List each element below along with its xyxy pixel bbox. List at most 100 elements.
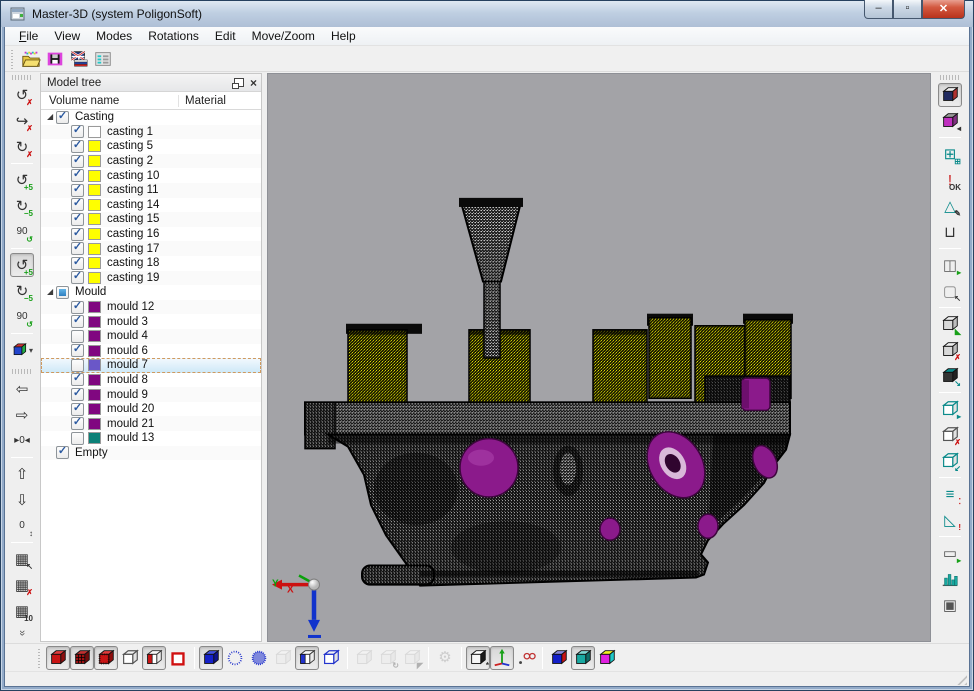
split-volume-button[interactable]: ▸: [938, 397, 962, 421]
tree-row-casting-16[interactable]: ✓casting 16: [41, 227, 261, 242]
checkbox-checked[interactable]: ✓: [71, 271, 84, 284]
statistics-chart-button[interactable]: [938, 567, 962, 591]
tree-column-header[interactable]: Volume name Material: [41, 92, 261, 110]
tree-row-casting-1[interactable]: ✓casting 1: [41, 125, 261, 140]
grid-delete-button[interactable]: ▦✗: [10, 573, 34, 597]
mould-solid-button[interactable]: [199, 646, 223, 670]
checkbox-checked[interactable]: ✓: [71, 155, 84, 168]
casting-outline-button[interactable]: [118, 646, 142, 670]
checkbox-checked[interactable]: ✓: [71, 373, 84, 386]
volumes-teal-button[interactable]: [571, 646, 595, 670]
checkbox-checked[interactable]: ✓: [71, 125, 84, 138]
rotate-x-minus-button[interactable]: ↻−5: [10, 194, 34, 218]
view-orientation-dropdown[interactable]: ▾: [10, 338, 34, 362]
tree-row-casting-15[interactable]: ✓casting 15: [41, 212, 261, 227]
title-bar[interactable]: Master-3D (system PoligonSoft) –▫✕: [1, 1, 973, 27]
tree-row-casting-10[interactable]: ✓casting 10: [41, 168, 261, 183]
expand-arrow-icon[interactable]: ◢: [47, 288, 56, 296]
toolbar-grip[interactable]: [12, 75, 32, 80]
move-right-button[interactable]: ⇨: [10, 403, 34, 427]
checkbox-checked[interactable]: ✓: [71, 140, 84, 153]
language-switch-button[interactable]: [67, 47, 91, 71]
section-rotate-button[interactable]: ↻: [376, 646, 400, 670]
mould-sphere-dense-button[interactable]: [247, 646, 271, 670]
column-material[interactable]: Material: [179, 95, 261, 107]
menu-modes[interactable]: Modes: [88, 28, 140, 44]
color-swatch[interactable]: [88, 243, 101, 255]
mesh-layers-button[interactable]: ≡⁚: [938, 482, 962, 506]
rotate-y-minus-button[interactable]: ↻−5: [10, 279, 34, 303]
trace-points-button[interactable]: [514, 646, 538, 670]
section-view-button[interactable]: [352, 646, 376, 670]
casting-flat-button[interactable]: [166, 646, 190, 670]
color-swatch[interactable]: [88, 403, 101, 415]
tree-row-casting-11[interactable]: ✓casting 11: [41, 183, 261, 198]
checkbox-unchecked[interactable]: [71, 432, 84, 445]
checkbox-checked[interactable]: ✓: [71, 242, 84, 255]
checkbox-checked[interactable]: ✓: [71, 388, 84, 401]
tree-group-empty[interactable]: ✓Empty: [41, 446, 261, 461]
grid-step-10-button[interactable]: ▦10: [10, 599, 34, 623]
volumes-casting-mould-button[interactable]: [547, 646, 571, 670]
color-swatch[interactable]: [88, 140, 101, 152]
color-swatch[interactable]: [88, 257, 101, 269]
tree-row-casting-2[interactable]: ✓casting 2: [41, 154, 261, 169]
tree-row-casting-14[interactable]: ✓casting 14: [41, 198, 261, 213]
tree-row-casting-17[interactable]: ✓casting 17: [41, 241, 261, 256]
extract-volume-button[interactable]: ↙: [938, 449, 962, 473]
menu-edit[interactable]: Edit: [207, 28, 244, 44]
color-swatch[interactable]: [88, 184, 101, 196]
checkbox-checked[interactable]: ✓: [71, 315, 84, 328]
mould-outline-button[interactable]: [319, 646, 343, 670]
volume-display-button[interactable]: ◂: [938, 109, 962, 133]
checkbox-checked[interactable]: ✓: [71, 417, 84, 430]
tree-row-casting-19[interactable]: ✓casting 19: [41, 271, 261, 286]
tree-group-mould[interactable]: ◢Mould: [41, 285, 261, 300]
tree-row-mould-6[interactable]: ✓mould 6: [41, 344, 261, 359]
add-volume-button[interactable]: ◣: [938, 312, 962, 336]
tree-row-mould-8[interactable]: ✓mould 8: [41, 373, 261, 388]
checkbox-checked[interactable]: ✓: [71, 403, 84, 416]
float-panel-icon[interactable]: [234, 78, 244, 87]
tree-group-casting[interactable]: ◢✓Casting: [41, 110, 261, 125]
toolbar-grip[interactable]: [11, 49, 16, 69]
center-horizontal-button[interactable]: ▸0◂: [10, 429, 34, 453]
color-swatch[interactable]: [88, 316, 101, 328]
tree-row-mould-12[interactable]: ✓mould 12: [41, 300, 261, 315]
move-down-button[interactable]: ⇩: [10, 488, 34, 512]
menu-view[interactable]: View: [46, 28, 88, 44]
color-swatch[interactable]: [88, 345, 101, 357]
mould-view-button[interactable]: ⊔: [938, 220, 962, 244]
color-swatch[interactable]: [88, 374, 101, 386]
color-swatch[interactable]: [88, 432, 101, 444]
copy-image-button[interactable]: ◫▸: [938, 253, 962, 277]
toolbar-grip[interactable]: [38, 648, 43, 668]
checkbox-checked[interactable]: ✓: [71, 213, 84, 226]
screen-export-button[interactable]: ▭▸: [938, 541, 962, 565]
toolbar-grip[interactable]: [940, 75, 960, 80]
color-swatch[interactable]: [88, 155, 101, 167]
close-button[interactable]: ✕: [922, 0, 965, 19]
color-swatch[interactable]: [88, 170, 101, 182]
color-swatch[interactable]: [88, 389, 101, 401]
color-swatch[interactable]: [88, 126, 101, 138]
show-box-button[interactable]: ▣: [938, 593, 962, 617]
casting-solid-button[interactable]: [46, 646, 70, 670]
checkbox-checked[interactable]: ✓: [56, 111, 69, 124]
save-project-button[interactable]: [43, 47, 67, 71]
checkbox-checked[interactable]: ✓: [71, 257, 84, 270]
tree-row-casting-18[interactable]: ✓casting 18: [41, 256, 261, 271]
tree-row-mould-4[interactable]: mould 4: [41, 329, 261, 344]
color-swatch[interactable]: [88, 359, 101, 371]
rotate-x-plus-button[interactable]: ↺+5: [10, 168, 34, 192]
checkbox-checked[interactable]: ✓: [71, 184, 84, 197]
checkbox-checked[interactable]: ✓: [71, 169, 84, 182]
rotate-step-stop-button[interactable]: ↪✗: [10, 109, 34, 133]
mesh-warning-button[interactable]: ◺!: [938, 508, 962, 532]
tree-row-mould-9[interactable]: ✓mould 9: [41, 387, 261, 402]
mould-ghost-button[interactable]: [271, 646, 295, 670]
maximize-button[interactable]: ▫: [893, 0, 922, 19]
menu-help[interactable]: Help: [323, 28, 364, 44]
checkbox-checked[interactable]: ✓: [71, 198, 84, 211]
color-swatch[interactable]: [88, 213, 101, 225]
